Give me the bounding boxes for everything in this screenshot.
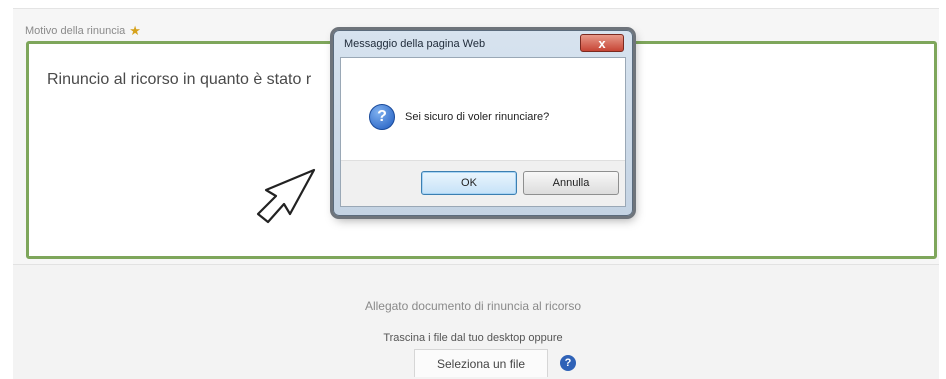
- drag-drop-text: Trascina i file dal tuo desktop oppure: [383, 332, 563, 344]
- select-file-button[interactable]: Seleziona un file: [414, 349, 548, 377]
- dialog-title: Messaggio della pagina Web: [344, 38, 486, 50]
- dialog-body: ? Sei sicuro di voler rinunciare? OK Ann…: [340, 57, 626, 207]
- close-button[interactable]: x: [580, 34, 624, 52]
- dialog-message: Sei sicuro di voler rinunciare?: [405, 111, 550, 123]
- reason-label-text: Motivo della rinuncia: [25, 24, 126, 37]
- cursor-icon: [256, 168, 316, 224]
- reason-label: Motivo della rinuncia ★: [25, 24, 141, 37]
- dialog-titlebar[interactable]: Messaggio della pagina Web x: [334, 31, 632, 57]
- attachment-title: Allegato documento di rinuncia al ricors…: [364, 299, 582, 313]
- question-icon: ?: [369, 104, 395, 130]
- dialog-footer: OK Annulla: [341, 160, 625, 206]
- reason-text: Rinuncio al ricorso in quanto è stato r: [47, 71, 312, 88]
- ok-button[interactable]: OK: [421, 171, 517, 195]
- confirm-dialog: Messaggio della pagina Web x ? Sei sicur…: [333, 30, 633, 216]
- cancel-button[interactable]: Annulla: [523, 171, 619, 195]
- star-icon: ★: [129, 23, 141, 38]
- help-icon[interactable]: ?: [560, 355, 576, 371]
